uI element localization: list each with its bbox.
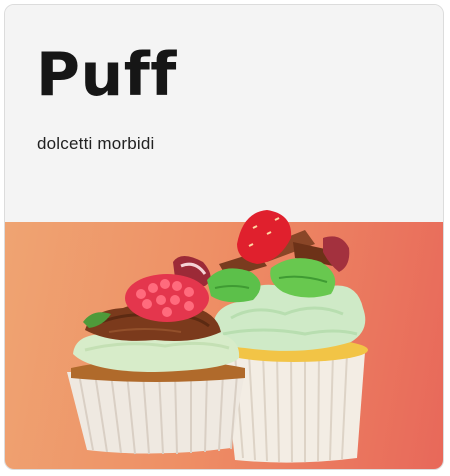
card-header: Puff dolcetti morbidi [5, 5, 443, 222]
product-card[interactable]: Puff dolcetti morbidi [4, 4, 444, 470]
card-subtitle: dolcetti morbidi [37, 134, 155, 153]
left-cupcake [67, 274, 245, 455]
cupcakes-illustration [67, 210, 368, 463]
card-image [5, 210, 443, 469]
card-title: Puff [36, 40, 177, 110]
